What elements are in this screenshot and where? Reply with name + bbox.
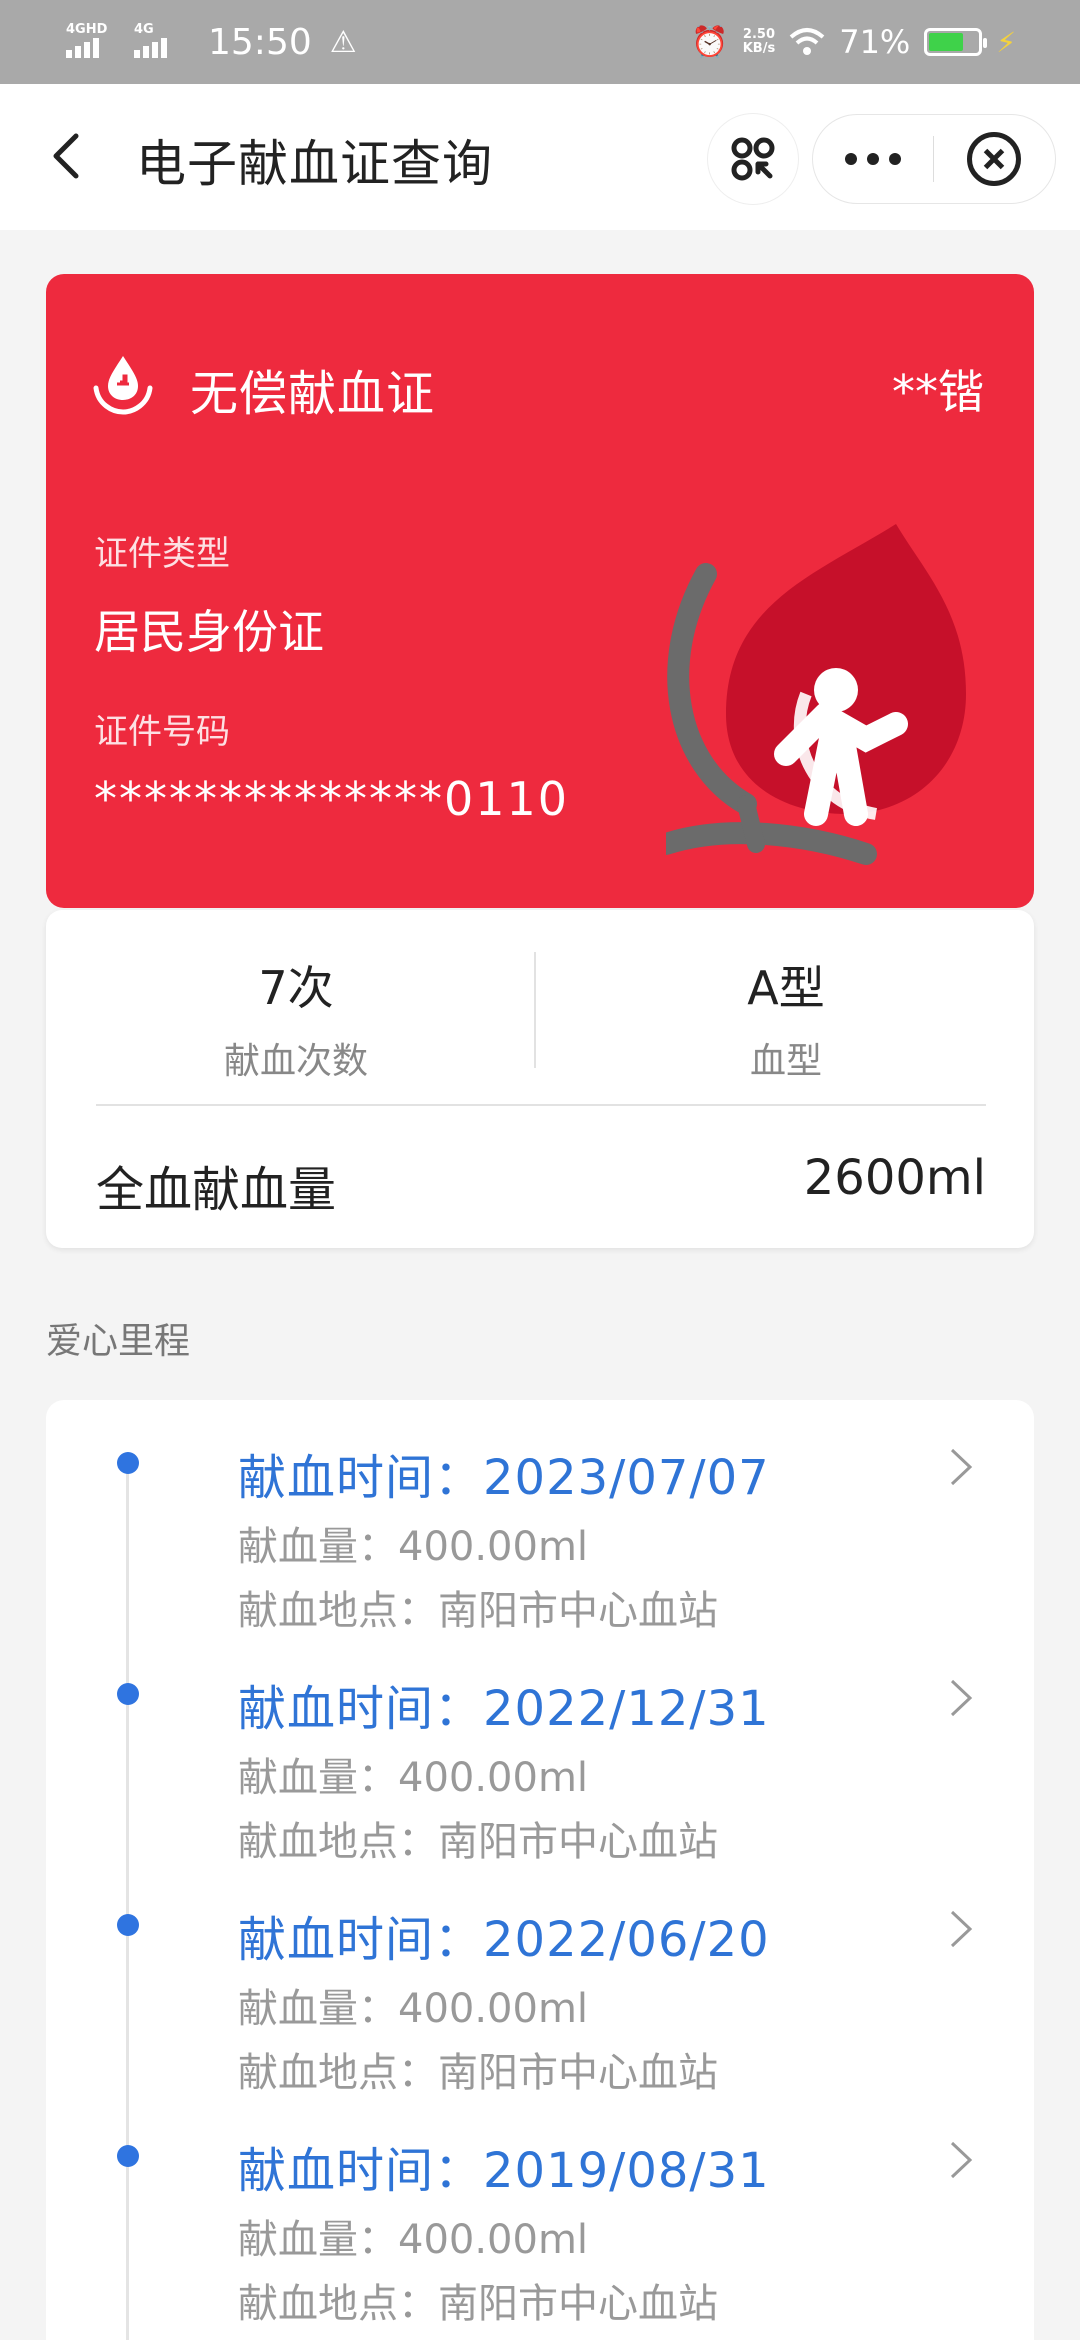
signal-4g-icon: 4G [132,22,186,62]
blood-type-value: A型 [747,961,825,1015]
warning-icon: ⚠ [329,24,357,60]
battery-icon [924,28,988,56]
chevron-right-icon [950,1679,973,1717]
blood-donation-emblem-icon [666,524,966,865]
chevron-right-icon [950,2141,973,2179]
speed-unit: KB/s [742,41,776,56]
record-time: 献血时间：2023/07/07 [238,1450,770,1506]
battery-fill [929,33,964,51]
clock-time: 15:50 [208,21,312,63]
donation-count-value: 7次 [258,961,334,1015]
status-bar-right: ⏰ 2.50 KB/s 71% ⚡ [691,23,1016,61]
chevron-right-icon [950,1448,973,1486]
back-icon[interactable] [44,132,92,180]
page-title: 电子献血证查询 [136,135,493,193]
card-title: 无偿献血证 [190,366,436,422]
chevron-right-icon [950,1910,973,1948]
mini-program-capsule [812,114,1056,204]
stats-divider [96,1104,986,1106]
blood-donation-card: 无偿献血证 **锴 证件类型 居民身份证 证件号码 **************… [46,274,1034,908]
battery-percent: 71% [839,23,911,61]
record-time: 献血时间：2019/08/31 [238,2143,770,2199]
status-bar: 4GHD 4G 15:50 ⚠ ⏰ 2.50 KB/s 71% ⚡ [0,0,1080,84]
record-place: 献血地点：南阳市中心血站 [238,1819,718,1865]
timeline-dot [117,2145,139,2167]
scan-button[interactable] [708,114,798,204]
total-volume-value: 2600ml [803,1150,986,1206]
more-icon [844,153,857,165]
scan-icon [731,137,775,181]
record-amount: 献血量：400.00ml [238,2217,589,2263]
wifi-icon [789,28,825,55]
donation-record[interactable]: 献血时间：2023/07/07 献血量：400.00ml 献血地点：南阳市中心血… [46,1400,1034,1634]
donation-timeline: 献血时间：2023/07/07 献血量：400.00ml 献血地点：南阳市中心血… [46,1400,1034,2340]
section-title: 爱心里程 [46,1321,191,1362]
donation-record[interactable]: 献血时间：2022/12/31 献血量：400.00ml 献血地点：南阳市中心血… [46,1631,1034,1865]
record-amount: 献血量：400.00ml [238,1524,589,1570]
donation-record[interactable]: 献血时间：2022/06/20 献血量：400.00ml 献血地点：南阳市中心血… [46,1862,1034,2096]
donation-count-stat: 7次 献血次数 [56,952,536,1084]
nav-bar: 电子献血证查询 [0,84,1080,230]
record-place: 献血地点：南阳市中心血站 [238,2050,718,2096]
id-number-label: 证件号码 [94,712,230,752]
more-button[interactable] [813,115,933,203]
alarm-icon: ⏰ [691,24,729,60]
record-place: 献血地点：南阳市中心血站 [238,1588,718,1634]
record-amount: 献血量：400.00ml [238,1986,589,2032]
timeline-dot [117,1683,139,1705]
total-volume-label: 全血献血量 [96,1162,337,1218]
blood-type-label: 血型 [749,1041,822,1082]
signal-label: 4G [134,22,154,37]
record-time: 献血时间：2022/12/31 [238,1681,770,1737]
id-type-label: 证件类型 [94,534,230,574]
holder-name: **锴 [892,365,984,419]
speed-value: 2.50 [742,27,775,42]
blood-type-stat: A型 血型 [546,952,1026,1084]
timeline-dot [117,1914,139,1936]
signal-label: 4GHD [66,22,108,37]
network-speed: 2.50 KB/s [743,28,775,56]
status-bar-left: 4GHD 4G 15:50 ⚠ [64,22,357,63]
charging-icon: ⚡ [996,25,1016,59]
close-button[interactable] [934,115,1056,203]
record-place: 献血地点：南阳市中心血站 [238,2281,718,2327]
timeline-dot [117,1452,139,1474]
close-icon [967,132,1022,186]
record-amount: 献血量：400.00ml [238,1755,589,1801]
donation-stats-card: 7次 献血次数 A型 血型 全血献血量 2600ml [46,910,1034,1248]
id-type-value: 居民身份证 [94,605,324,659]
record-time: 献血时间：2022/06/20 [238,1912,770,1968]
donation-count-label: 献血次数 [223,1041,368,1082]
signal-4ghd-icon: 4GHD [64,22,118,62]
stat-divider [534,952,536,1068]
donation-record[interactable]: 献血时间：2019/08/31 献血量：400.00ml 献血地点：南阳市中心血… [46,2093,1034,2327]
blood-drop-hands-icon [93,356,153,415]
id-number-value: **************0110 [94,772,570,826]
